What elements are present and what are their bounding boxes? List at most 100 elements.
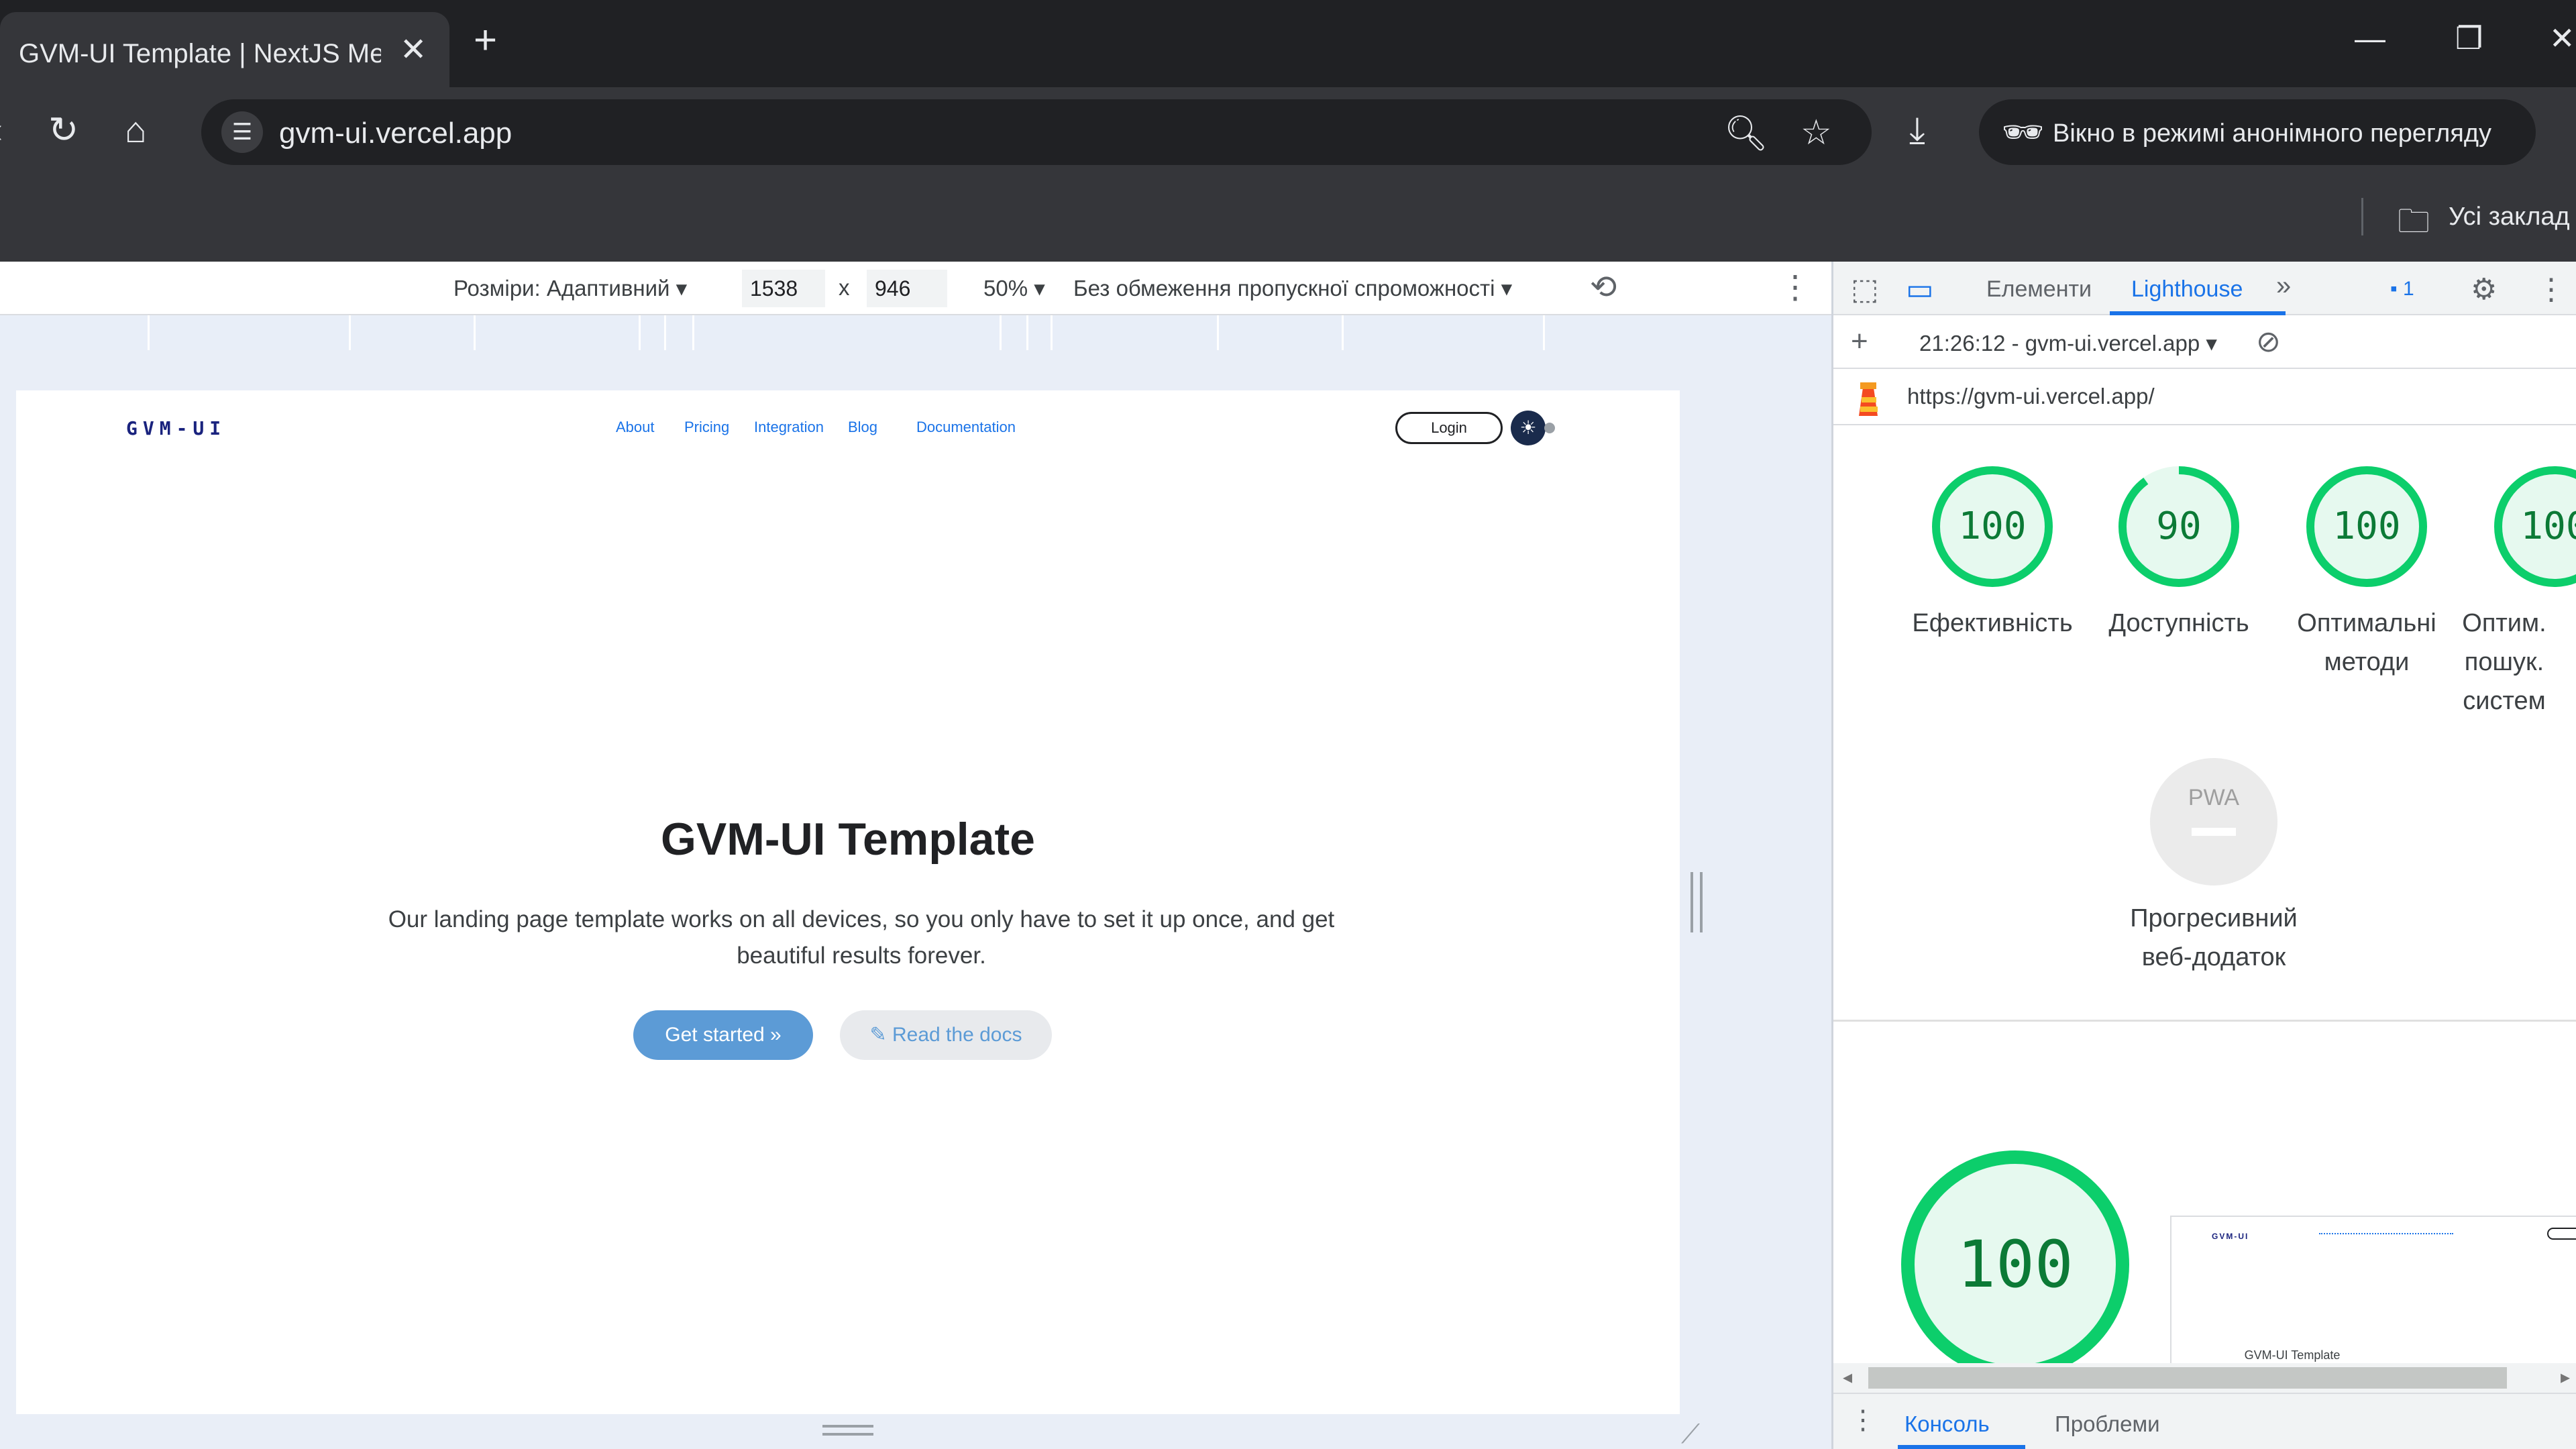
dimensions-select[interactable]: Розміри: Адаптивний ▾	[453, 275, 687, 301]
inspect-element-icon[interactable]: ⬚	[1851, 272, 1879, 307]
dimension-separator: x	[839, 275, 850, 300]
hero-title: GVM-UI Template	[661, 814, 1035, 865]
minimize-icon[interactable]: —	[2355, 20, 2385, 56]
get-started-button[interactable]: Get started »	[633, 1010, 813, 1060]
label-performance: Ефективність	[1912, 609, 2073, 637]
address-bar[interactable]: ☰ gvm-ui.vercel.app 🔍︎ ☆	[201, 99, 1872, 165]
add-icon[interactable]: +	[1851, 325, 1868, 358]
height-input[interactable]: 946	[867, 270, 947, 307]
report-url-row: https://gvm-ui.vercel.app/	[1833, 369, 2576, 425]
tab-lighthouse[interactable]: Lighthouse	[2131, 276, 2243, 303]
issues-badge[interactable]: ▪ 1	[2390, 278, 2414, 301]
drawer-menu-icon[interactable]: ⋮	[1849, 1405, 1876, 1436]
clear-icon[interactable]: ⊘	[2256, 325, 2281, 359]
horizontal-scrollbar[interactable]: ◂ ▸	[1833, 1363, 2576, 1393]
nav-about[interactable]: About	[616, 419, 655, 436]
label-accessibility: Доступність	[2108, 609, 2249, 637]
report-url[interactable]: https://gvm-ui.vercel.app/	[1907, 384, 2155, 409]
score-best-practices: 100	[2332, 504, 2401, 548]
close-tab-icon[interactable]: ✕	[400, 31, 427, 68]
lighthouse-toolbar: + 21:26:12 - gvm-ui.vercel.app ▾ ⊘	[1833, 315, 2576, 369]
pwa-icon: PWA	[2188, 785, 2240, 810]
thumbnail-title: GVM-UI Template	[2244, 1348, 2341, 1362]
gear-icon[interactable]: ⚙	[2471, 272, 2497, 307]
viewport-resize-corner[interactable]: ⟋	[1681, 1419, 1700, 1449]
browser-toolbar: ‹ ↻ ⌂ ☰ gvm-ui.vercel.app 🔍︎ ☆ ⤓ 🕶︎ Вікн…	[0, 87, 2576, 174]
nav-pricing[interactable]: Pricing	[684, 419, 729, 436]
throttling-select[interactable]: Без обмеження пропускної спроможності ▾	[1073, 275, 1512, 301]
lighthouse-logo-icon	[1859, 382, 1878, 416]
devtools-tabbar: ⬚ ▭ Елементи Lighthouse » ▪ 1 ⚙ ⋮	[1833, 262, 2576, 315]
scrollbar-thumb[interactable]	[1868, 1367, 2507, 1389]
section-divider	[1833, 1020, 2576, 1022]
tab-bar: GVM-UI Template | NextJS Met ✕ + — ❐ ✕	[0, 0, 2576, 87]
label-best-practices: Оптимальні методи	[2297, 609, 2436, 676]
incognito-indicator[interactable]: 🕶︎ Вікно в режимі анонімного перегляду	[1979, 99, 2536, 165]
reload-icon[interactable]: ↻	[48, 110, 78, 150]
drawer-active-indicator	[1898, 1445, 2025, 1449]
theme-toggle[interactable]: ☀	[1511, 411, 1555, 445]
devtools-drawer: ⋮ Консоль Проблеми	[1833, 1393, 2576, 1449]
device-toolbar: Розміри: Адаптивний ▾ 1538 x 946 50% ▾ Б…	[0, 262, 1831, 315]
site-logo[interactable]: GVM-UI	[126, 417, 226, 439]
hero-subtitle: Our landing page template works on all d…	[388, 906, 1335, 969]
device-toggle-icon[interactable]: ▭	[1906, 272, 1934, 307]
incognito-label: Вікно в режимі анонімного перегляду	[2053, 119, 2492, 148]
label-pwa: Прогресивний веб-додаток	[2130, 904, 2298, 971]
rotate-icon[interactable]: ⟲	[1590, 268, 1617, 306]
bookmarks-bar: 🗀 Усі заклад	[0, 174, 2576, 262]
scroll-left-icon[interactable]: ◂	[1843, 1366, 1852, 1388]
label-seo: Оптим. пошук. систем	[2462, 609, 2546, 715]
login-button[interactable]: Login	[1395, 412, 1503, 444]
bookmarks-separator	[2361, 198, 2363, 235]
bookmark-star-icon[interactable]: ☆	[1801, 113, 1832, 153]
toggle-track	[1544, 423, 1555, 433]
nav-integration[interactable]: Integration	[754, 419, 824, 436]
score-seo: 100	[2520, 504, 2576, 548]
thumbnail-logo: GVM-UI	[2212, 1232, 2249, 1241]
page-screenshot-thumbnail[interactable]: GVM-UI GVM-UI Template	[2170, 1216, 2576, 1368]
score-performance: 100	[1958, 504, 2027, 548]
pwa-bar	[2192, 828, 2236, 836]
devtools-panel: ⬚ ▭ Елементи Lighthouse » ▪ 1 ⚙ ⋮ + 21:2…	[1831, 262, 2576, 1449]
issues-count: 1	[2402, 278, 2414, 300]
thumbnail-nav	[2319, 1233, 2453, 1236]
browser-tab-active[interactable]: GVM-UI Template | NextJS Met ✕	[0, 12, 449, 87]
folder-icon: 🗀	[2398, 204, 2430, 239]
read-docs-label: Read the docs	[892, 1024, 1022, 1046]
zoom-select[interactable]: 50% ▾	[983, 275, 1045, 301]
zoom-icon[interactable]: 🔍︎	[1724, 113, 1768, 154]
score-performance-large: 100	[1957, 1227, 2074, 1302]
all-bookmarks-button[interactable]: Усі заклад	[2449, 203, 2570, 231]
devtools-menu-icon[interactable]: ⋮	[2536, 272, 2566, 307]
report-selector[interactable]: 21:26:12 - gvm-ui.vercel.app ▾	[1919, 330, 2217, 356]
download-icon[interactable]: ⤓	[1909, 110, 1925, 150]
nav-documentation[interactable]: Documentation	[916, 419, 1016, 436]
incognito-icon: 🕶︎	[2002, 113, 2045, 151]
drawer-tab-console[interactable]: Консоль	[1904, 1411, 1990, 1437]
score-accessibility: 90	[2156, 504, 2202, 548]
window-close-icon[interactable]: ✕	[2549, 20, 2575, 56]
back-icon[interactable]: ‹	[0, 110, 3, 150]
wand-icon: ✎	[869, 1024, 892, 1046]
scroll-right-icon[interactable]: ▸	[2561, 1366, 2570, 1388]
media-query-ruler[interactable]	[0, 315, 1831, 350]
more-options-icon[interactable]: ⋮	[1779, 268, 1811, 306]
sun-icon: ☀	[1511, 411, 1546, 445]
site-settings-icon[interactable]: ☰	[221, 111, 263, 153]
gauge-pwa[interactable]: PWA	[2150, 758, 2277, 885]
tab-elements[interactable]: Елементи	[1986, 276, 2092, 303]
thumbnail-login	[2547, 1228, 2576, 1240]
url-text: gvm-ui.vercel.app	[279, 117, 513, 150]
drawer-tab-issues[interactable]: Проблеми	[2055, 1411, 2160, 1437]
emulated-page: GVM-UI About Pricing Integration Blog Do…	[16, 390, 1680, 1414]
viewport-resize-handle-bottom[interactable]	[822, 1425, 873, 1436]
read-docs-button[interactable]: ✎ Read the docs	[840, 1010, 1052, 1060]
nav-blog[interactable]: Blog	[848, 419, 877, 436]
home-icon[interactable]: ⌂	[125, 110, 147, 150]
restore-icon[interactable]: ❐	[2455, 20, 2483, 56]
width-input[interactable]: 1538	[742, 270, 825, 307]
more-tabs-button[interactable]: »	[2276, 271, 2291, 301]
viewport-resize-handle-right[interactable]	[1690, 872, 1703, 932]
new-tab-button[interactable]: +	[474, 20, 497, 60]
